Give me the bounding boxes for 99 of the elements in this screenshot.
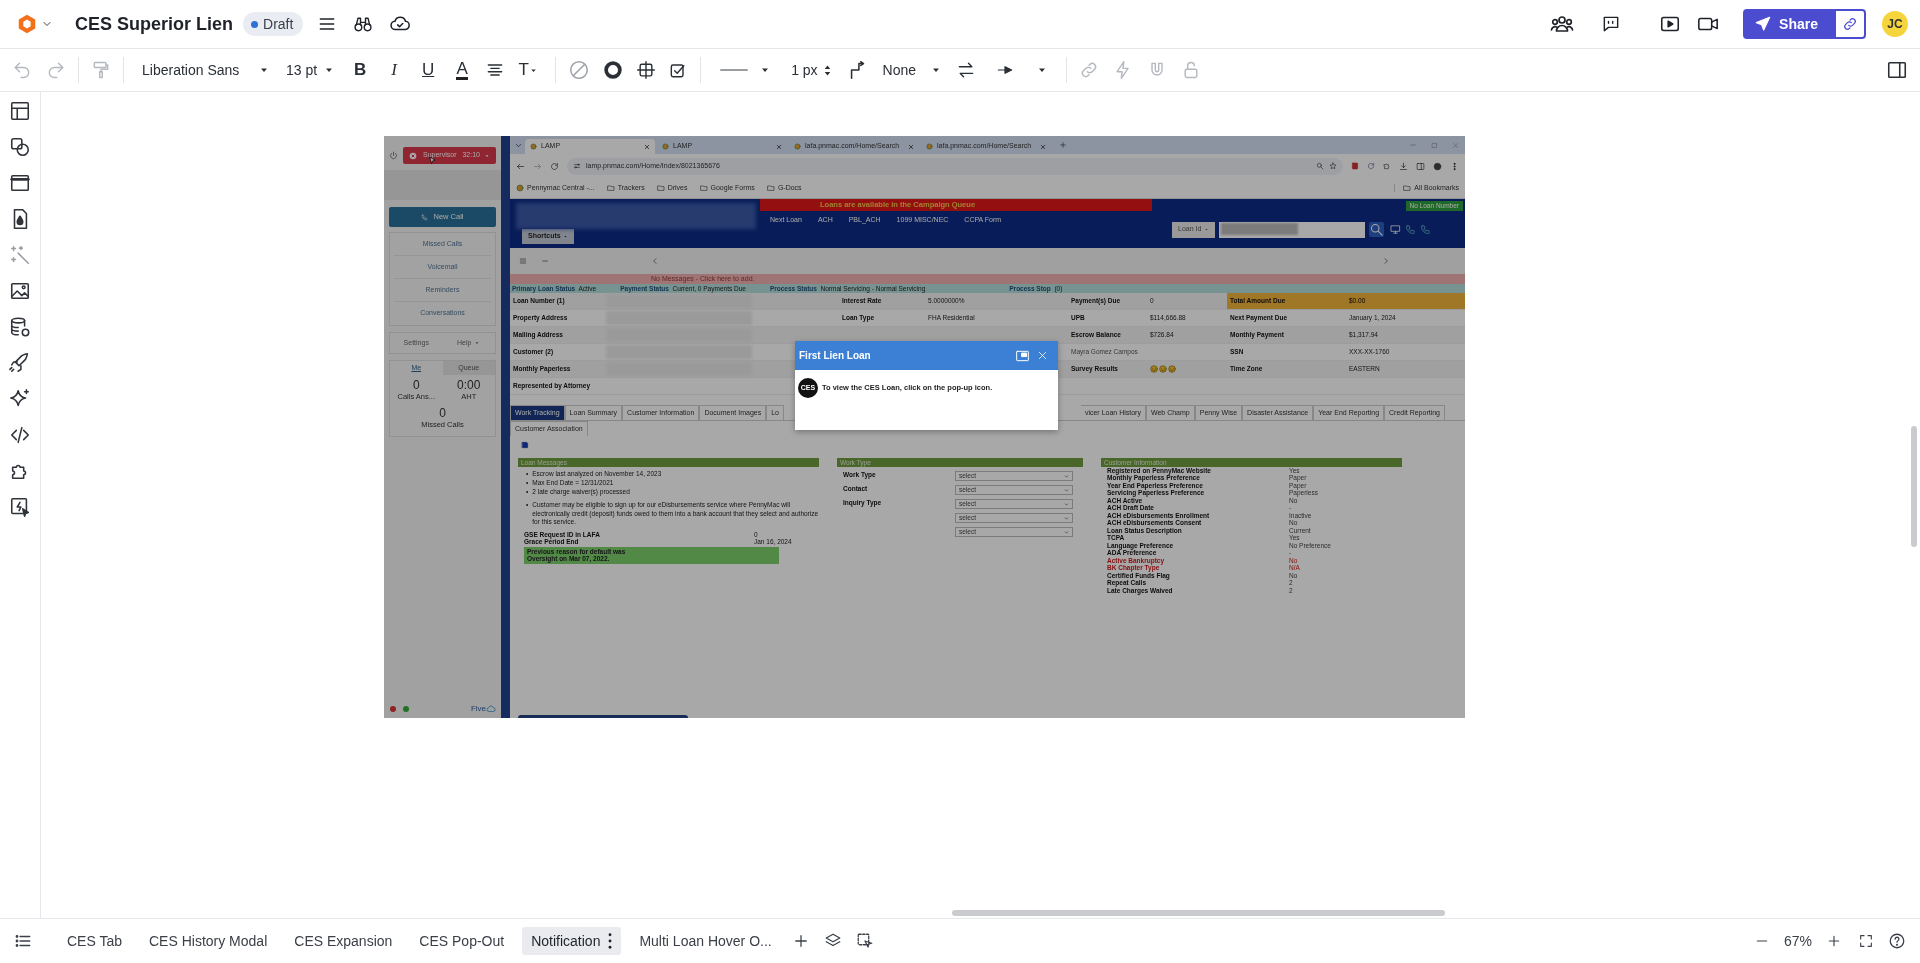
- sidebar-icon[interactable]: [1416, 161, 1425, 171]
- save-icon[interactable]: [521, 441, 529, 449]
- frame-lightning-icon[interactable]: [9, 496, 31, 518]
- star-icon: [1329, 162, 1337, 170]
- link-icon: [1842, 16, 1858, 32]
- arrowhead-start-dropdown[interactable]: None: [876, 56, 949, 84]
- folder-icon: [1403, 184, 1412, 192]
- help-icon[interactable]: [1888, 932, 1906, 950]
- status-badge[interactable]: Draft: [243, 12, 304, 36]
- stat-value: 0: [438, 407, 447, 422]
- page-tab[interactable]: Multi Loan Hover O...: [630, 927, 781, 955]
- side-panel-icon[interactable]: [1886, 59, 1908, 81]
- italic-button[interactable]: I: [379, 56, 410, 84]
- chevron-icon: [1064, 501, 1069, 507]
- document-title[interactable]: CES Superior Lien: [75, 13, 234, 35]
- image-icon[interactable]: [9, 280, 31, 302]
- shape-icon[interactable]: [636, 60, 657, 80]
- font-size-dropdown[interactable]: 13 pt: [280, 56, 342, 84]
- power-icon[interactable]: [389, 151, 398, 160]
- magic-wand-icon[interactable]: [9, 244, 31, 266]
- chevron-icon: [1064, 529, 1069, 535]
- stepper-icon: [823, 63, 831, 77]
- send-icon: [1755, 16, 1772, 32]
- new-tab-icon[interactable]: [1059, 141, 1067, 149]
- favicon-icon: [926, 143, 933, 150]
- container-icon[interactable]: [9, 172, 31, 194]
- font-dropdown[interactable]: Liberation Sans: [136, 56, 276, 84]
- code-icon[interactable]: [9, 424, 31, 446]
- close-icon: [1040, 143, 1046, 150]
- folder-icon: [766, 184, 775, 192]
- search-field[interactable]: [1219, 221, 1366, 238]
- fit-screen-icon[interactable]: [1858, 933, 1874, 949]
- data-icon[interactable]: [9, 316, 31, 338]
- zoom-icon: [1316, 162, 1324, 170]
- dialog-title: First Lien Loan: [799, 349, 872, 362]
- close-icon: [908, 143, 914, 150]
- phone-icon[interactable]: [1405, 224, 1417, 235]
- bold-button[interactable]: B: [345, 56, 376, 84]
- folder-icon: [699, 184, 708, 192]
- close-icon[interactable]: [1037, 350, 1048, 361]
- line-color-icon[interactable]: [602, 59, 625, 81]
- page-tab[interactable]: CES Pop-Out: [410, 927, 514, 955]
- favicon-icon: [794, 143, 801, 150]
- folder-icon: [606, 184, 615, 192]
- page-list-icon[interactable]: [14, 932, 32, 950]
- underline-button[interactable]: U: [413, 56, 444, 84]
- busy-icon: [409, 151, 417, 160]
- page-tab[interactable]: Notification: [522, 927, 622, 955]
- caret-icon: [562, 234, 568, 239]
- phone-icon: [421, 213, 429, 221]
- more-icon: [608, 933, 613, 949]
- shapes-icon[interactable]: [9, 136, 31, 158]
- close-icon: [776, 143, 782, 150]
- chevron-icon: [1064, 487, 1069, 493]
- favicon-icon: [530, 143, 537, 150]
- text-style-button[interactable]: T: [513, 56, 544, 84]
- user-avatar[interactable]: JC: [1882, 11, 1908, 37]
- extensions-icon[interactable]: [1383, 162, 1391, 170]
- no-fill-icon[interactable]: [568, 59, 591, 81]
- folder-icon: [656, 184, 665, 192]
- cloud-icon: [486, 704, 496, 714]
- caret-icon: [484, 152, 490, 159]
- binoculars-icon[interactable]: [353, 14, 374, 34]
- more-icon[interactable]: [1450, 161, 1459, 171]
- chevron-icon: [1064, 473, 1069, 479]
- share-button[interactable]: Share: [1743, 9, 1834, 39]
- copy-link-button[interactable]: [1834, 9, 1866, 39]
- zoom-in-icon[interactable]: [1826, 933, 1842, 949]
- selection-icon[interactable]: [855, 932, 874, 950]
- monitor-icon[interactable]: [1390, 224, 1402, 235]
- download-icon[interactable]: [1399, 161, 1408, 171]
- stat-value: 0:00: [456, 379, 482, 393]
- favicon-icon: [662, 143, 669, 150]
- caret-icon: [474, 340, 481, 346]
- caret-icon: [1204, 227, 1210, 232]
- rocket-icon[interactable]: [9, 352, 31, 374]
- profile-icon[interactable]: [1433, 161, 1442, 171]
- page-tab[interactable]: CES Expansion: [285, 927, 402, 955]
- phone-icon[interactable]: [1420, 224, 1432, 235]
- zoom-level[interactable]: 67%: [1783, 933, 1812, 949]
- template-icon[interactable]: [9, 100, 31, 122]
- status-dot-icon: [402, 705, 410, 713]
- page-tab[interactable]: CES History Modal: [140, 927, 277, 955]
- favicon-icon: [516, 184, 524, 192]
- back-icon[interactable]: [516, 161, 525, 171]
- stat-value: 0: [411, 379, 421, 393]
- extension-icon[interactable]: [1351, 162, 1359, 170]
- brand-logo: Five: [470, 704, 496, 714]
- line-width-stepper[interactable]: 1 px: [785, 56, 837, 84]
- text-color-button[interactable]: A: [447, 56, 478, 84]
- page-tab[interactable]: CES Tab: [58, 927, 131, 955]
- reload-icon[interactable]: [550, 161, 559, 171]
- close-icon: [644, 143, 650, 150]
- pop-out-icon[interactable]: [1014, 348, 1031, 363]
- status-dot-icon: [389, 705, 397, 713]
- chevron-icon: [1064, 515, 1069, 521]
- site-info-icon: [573, 162, 581, 170]
- app-logo-icon[interactable]: [16, 13, 38, 35]
- search-icon[interactable]: [1369, 222, 1385, 237]
